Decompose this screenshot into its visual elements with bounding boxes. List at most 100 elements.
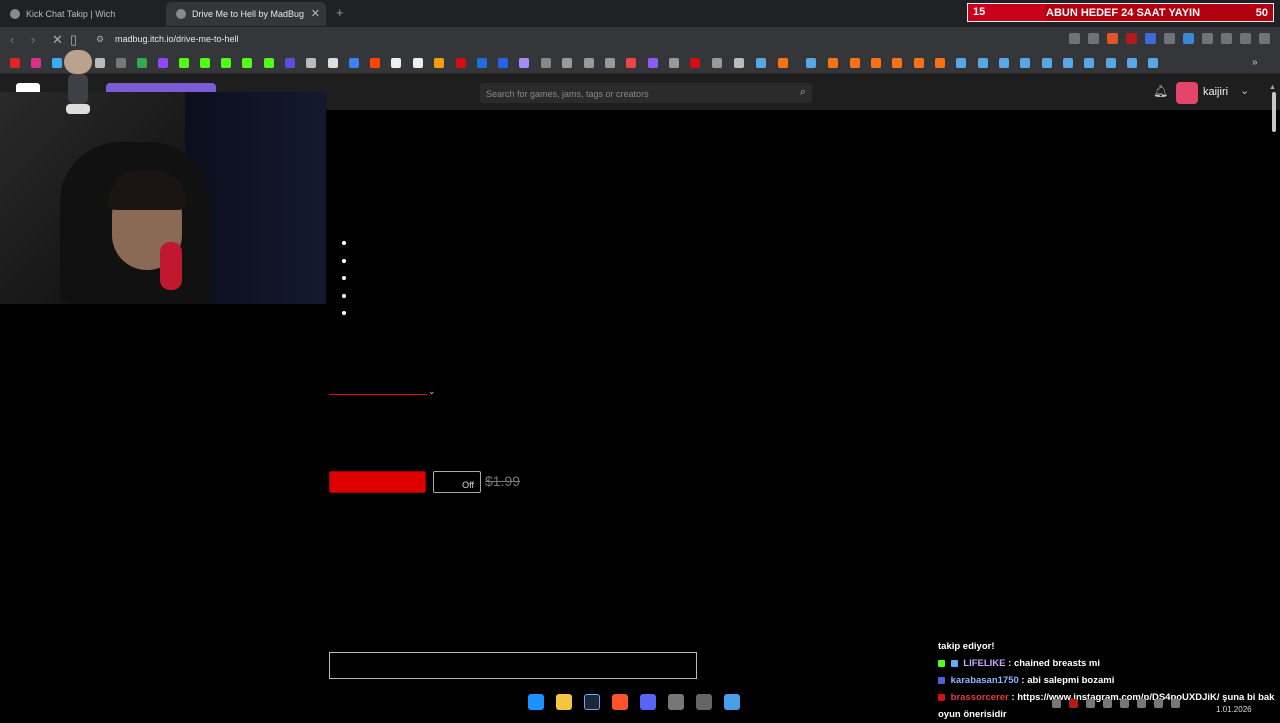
- back-icon[interactable]: ‹: [10, 32, 14, 47]
- speaker-icon[interactable]: [1171, 699, 1180, 708]
- x-bookmark-icon[interactable]: [328, 58, 338, 68]
- bookmark-page-icon[interactable]: ▯: [70, 32, 77, 48]
- scroll-up-icon[interactable]: ▲: [1269, 84, 1276, 91]
- search-icon[interactable]: ⌕: [800, 86, 806, 99]
- bookmark-icon[interactable]: [264, 58, 274, 68]
- bookmark-icon[interactable]: [892, 58, 902, 68]
- steam-bookmark-icon[interactable]: [1106, 58, 1116, 68]
- url-field[interactable]: madbug.itch.io/drive-me-to-hell: [115, 34, 239, 44]
- extension-icon[interactable]: [1183, 33, 1194, 44]
- bookmark-icon[interactable]: [95, 58, 105, 68]
- steam-bookmark-icon[interactable]: [756, 58, 766, 68]
- kick-bookmark-icon[interactable]: [179, 58, 189, 68]
- scrollbar-thumb[interactable]: [1272, 92, 1276, 132]
- steam-bookmark-icon[interactable]: [1063, 58, 1073, 68]
- bookmark-icon[interactable]: [850, 58, 860, 68]
- kick-bookmark-icon[interactable]: [200, 58, 210, 68]
- bookmark-icon[interactable]: [519, 58, 529, 68]
- bookmark-icon[interactable]: [648, 58, 658, 68]
- instagram-bookmark-icon[interactable]: [31, 58, 41, 68]
- close-tab-icon[interactable]: ✕: [311, 7, 320, 20]
- sidebar-icon[interactable]: [1240, 33, 1251, 44]
- chevron-down-icon[interactable]: ⌄: [428, 386, 436, 397]
- kick-bookmark-icon[interactable]: [221, 58, 231, 68]
- new-tab-button[interactable]: +: [336, 5, 344, 20]
- steam-bookmark-icon[interactable]: [806, 58, 816, 68]
- bookmark-icon[interactable]: [285, 58, 295, 68]
- stop-loading-icon[interactable]: ✕: [52, 32, 63, 48]
- site-settings-icon[interactable]: ⚙: [96, 34, 104, 45]
- windows-start-icon[interactable]: [528, 694, 544, 710]
- more-bookmarks-icon[interactable]: »: [1252, 57, 1258, 68]
- brave-shields-icon[interactable]: [1107, 33, 1118, 44]
- steam-bookmark-icon[interactable]: [1084, 58, 1094, 68]
- bookmark-icon[interactable]: [626, 58, 636, 68]
- bookmark-icon[interactable]: [828, 58, 838, 68]
- bookmark-icon[interactable]: [712, 58, 722, 68]
- chevron-down-icon[interactable]: ⌄: [1240, 84, 1249, 97]
- buy-now-button[interactable]: [329, 471, 426, 493]
- mic-icon[interactable]: [1137, 699, 1146, 708]
- bookmark-icon[interactable]: [562, 58, 572, 68]
- bookmark-icon[interactable]: [434, 58, 444, 68]
- bookmark-icon[interactable]: [498, 58, 508, 68]
- username[interactable]: kaijiri: [1203, 86, 1228, 98]
- notifications-bell-icon[interactable]: 🔔︎: [1153, 84, 1168, 98]
- steam-bookmark-icon[interactable]: [999, 58, 1009, 68]
- bookmark-icon[interactable]: [541, 58, 551, 68]
- extension-icon[interactable]: [1164, 33, 1175, 44]
- ublock-icon[interactable]: [1126, 33, 1137, 44]
- bookmark-icon[interactable]: [349, 58, 359, 68]
- steam-bookmark-icon[interactable]: [1020, 58, 1030, 68]
- drive-bookmark-icon[interactable]: [137, 58, 147, 68]
- obs-icon[interactable]: [696, 694, 712, 710]
- bookmark-icon[interactable]: [391, 58, 401, 68]
- tray-app-icon[interactable]: [1069, 699, 1078, 708]
- bookmark-icon[interactable]: [413, 58, 423, 68]
- extension-icon[interactable]: [1202, 33, 1213, 44]
- reader-mode-icon[interactable]: [1069, 33, 1080, 44]
- tray-chevron-icon[interactable]: [1052, 699, 1061, 708]
- avatar[interactable]: [1176, 82, 1198, 104]
- share-icon[interactable]: [1088, 33, 1099, 44]
- bookmark-icon[interactable]: [669, 58, 679, 68]
- twitch-bookmark-icon[interactable]: [158, 58, 168, 68]
- bookmark-icon[interactable]: [778, 58, 788, 68]
- reddit-bookmark-icon[interactable]: [370, 58, 380, 68]
- search-input[interactable]: [480, 83, 778, 105]
- comment-input[interactable]: [329, 652, 697, 679]
- tray-app-icon[interactable]: [1103, 699, 1112, 708]
- bookmark-icon[interactable]: [871, 58, 881, 68]
- bookmark-icon[interactable]: [456, 58, 466, 68]
- tray-app-icon[interactable]: [1086, 699, 1095, 708]
- steam-icon[interactable]: [584, 694, 600, 710]
- app-icon[interactable]: [668, 694, 684, 710]
- bookmark-icon[interactable]: [584, 58, 594, 68]
- steam-bookmark-icon[interactable]: [1148, 58, 1158, 68]
- bookmark-icon[interactable]: [242, 58, 252, 68]
- bookmark-icon[interactable]: [914, 58, 924, 68]
- steam-bookmark-icon[interactable]: [1042, 58, 1052, 68]
- discord-icon[interactable]: [640, 694, 656, 710]
- bookmark-icon[interactable]: [690, 58, 700, 68]
- more-info-toggle-underline[interactable]: [329, 394, 427, 395]
- app-icon[interactable]: [724, 694, 740, 710]
- forward-icon[interactable]: ›: [31, 32, 35, 47]
- youtube-bookmark-icon[interactable]: [10, 58, 20, 68]
- bookmark-icon[interactable]: [935, 58, 945, 68]
- steam-bookmark-icon[interactable]: [956, 58, 966, 68]
- bookmark-icon[interactable]: [306, 58, 316, 68]
- menu-icon[interactable]: [1259, 33, 1270, 44]
- volume-icon[interactable]: [1120, 699, 1129, 708]
- steam-bookmark-icon[interactable]: [1127, 58, 1137, 68]
- extensions-puzzle-icon[interactable]: [1221, 33, 1232, 44]
- bookmark-icon[interactable]: [116, 58, 126, 68]
- tab-kick-chat[interactable]: Kick Chat Takip | Wich: [0, 2, 160, 26]
- bookmark-icon[interactable]: [605, 58, 615, 68]
- network-icon[interactable]: [1154, 699, 1163, 708]
- folder-bookmark-icon[interactable]: [734, 58, 744, 68]
- tab-drive-me-to-hell[interactable]: Drive Me to Hell by MadBug ✕: [166, 2, 326, 26]
- brave-icon[interactable]: [612, 694, 628, 710]
- steam-bookmark-icon[interactable]: [978, 58, 988, 68]
- extension-icon[interactable]: [1145, 33, 1156, 44]
